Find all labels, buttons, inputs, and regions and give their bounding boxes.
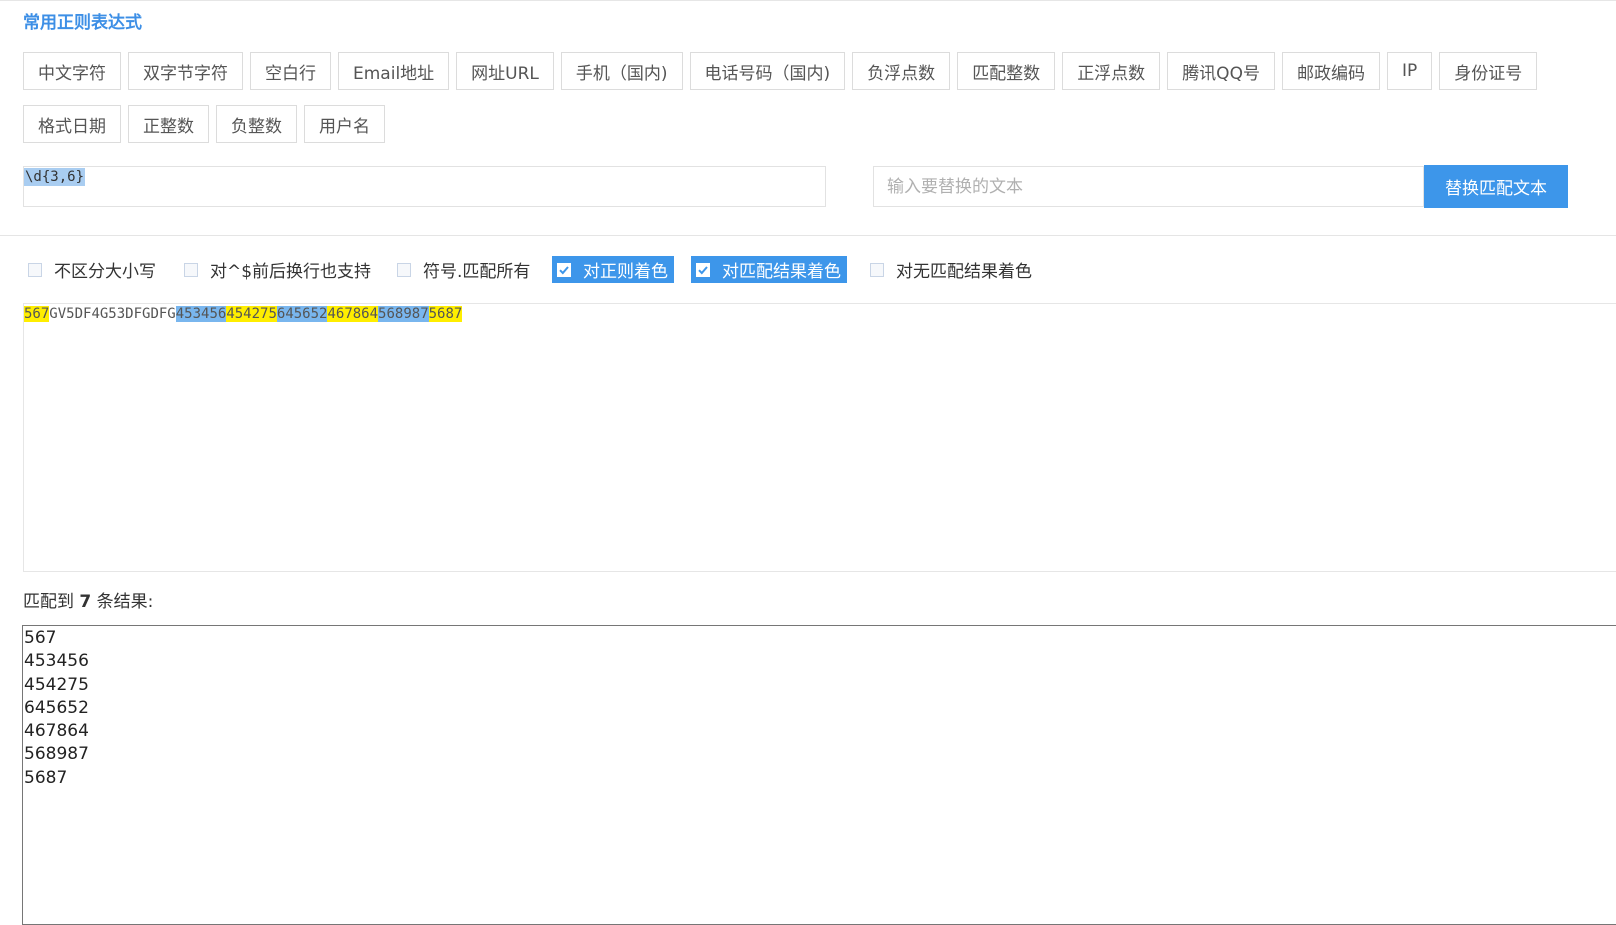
- source-text-area[interactable]: 567GV5DF4G53DFGDFG4534564542756456524678…: [23, 303, 1616, 572]
- result-item: 454275: [24, 674, 89, 695]
- option-label: 对匹配结果着色: [722, 262, 841, 282]
- match-highlight: 453456: [175, 306, 227, 322]
- option-label: 对^$前后换行也支持: [210, 262, 372, 282]
- replace-text-input[interactable]: [873, 166, 1424, 207]
- result-item: 453456: [24, 651, 89, 672]
- replace-matches-button[interactable]: 替换匹配文本: [1424, 165, 1568, 208]
- source-text: 567GV5DF4G53DFGDFG4534564542756456524678…: [24, 305, 463, 323]
- preset-chinese-chars[interactable]: 中文字符: [23, 52, 121, 90]
- results-list: 567 453456 454275 645652 467864 568987 5…: [24, 627, 89, 790]
- preset-blank-line[interactable]: 空白行: [250, 52, 331, 90]
- option-multiline[interactable]: 对^$前后换行也支持: [179, 256, 377, 283]
- preset-negative-float[interactable]: 负浮点数: [852, 52, 951, 90]
- match-highlight: 567: [24, 306, 50, 322]
- preset-row-2: 格式日期 正整数 负整数 用户名: [23, 105, 385, 143]
- match-highlight: 454275: [226, 306, 277, 322]
- preset-email[interactable]: Email地址: [338, 52, 450, 90]
- result-item: 645652: [24, 697, 89, 718]
- preset-id-card[interactable]: 身份证号: [1439, 52, 1538, 90]
- preset-row-1: 中文字符 双字节字符 空白行 Email地址 网址URL 手机（国内) 电话号码…: [23, 52, 1538, 90]
- result-item: 568987: [24, 744, 89, 765]
- option-dotall[interactable]: 符号.匹配所有: [392, 256, 536, 283]
- result-item: 467864: [24, 721, 89, 742]
- match-highlight: 467864: [327, 306, 379, 322]
- preset-username[interactable]: 用户名: [304, 105, 385, 143]
- preset-date-format[interactable]: 格式日期: [23, 105, 121, 143]
- unmatched-text: GV5DF4G53DFGDFG: [49, 306, 176, 322]
- match-summary-suffix: 条结果:: [96, 592, 154, 612]
- checkbox-checked-icon: [696, 262, 710, 277]
- option-label: 符号.匹配所有: [423, 262, 531, 282]
- preset-integer[interactable]: 匹配整数: [957, 52, 1056, 90]
- checkbox-icon: [397, 262, 411, 277]
- option-color-regex[interactable]: 对正则着色: [552, 256, 674, 283]
- checkbox-icon: [28, 262, 42, 277]
- option-label: 不区分大小写: [54, 262, 156, 282]
- option-label: 对正则着色: [583, 262, 668, 282]
- match-highlight: 568987: [378, 306, 429, 322]
- checkbox-icon: [184, 262, 198, 277]
- preset-qq[interactable]: 腾讯QQ号: [1167, 52, 1275, 90]
- regex-input[interactable]: \d{3,6}: [23, 166, 826, 207]
- option-ignore-case[interactable]: 不区分大小写: [23, 256, 162, 283]
- option-color-matches[interactable]: 对匹配结果着色: [691, 256, 847, 283]
- preset-phone[interactable]: 电话号码（国内): [689, 52, 846, 90]
- results-textarea[interactable]: 567 453456 454275 645652 467864 568987 5…: [22, 625, 1616, 925]
- option-color-nonmatches[interactable]: 对无匹配结果着色: [865, 256, 1038, 283]
- preset-url[interactable]: 网址URL: [456, 52, 554, 90]
- match-count: 7: [79, 592, 92, 612]
- result-item: 567: [24, 628, 57, 648]
- regex-text: \d{3,6}: [24, 168, 86, 186]
- preset-positive-float[interactable]: 正浮点数: [1062, 52, 1161, 90]
- checkbox-icon: [870, 262, 884, 277]
- result-item: 5687: [24, 767, 68, 788]
- preset-mobile[interactable]: 手机（国内): [560, 52, 683, 90]
- top-border: [0, 0, 1616, 1]
- checkbox-checked-icon: [557, 262, 571, 277]
- option-label: 对无匹配结果着色: [896, 262, 1032, 282]
- match-summary: 匹配到 7 条结果:: [23, 587, 153, 612]
- preset-postal-code[interactable]: 邮政编码: [1281, 52, 1380, 90]
- match-highlight: 645652: [276, 306, 328, 322]
- preset-negative-integer[interactable]: 负整数: [216, 105, 297, 143]
- section-title: 常用正则表达式: [23, 13, 142, 33]
- match-summary-prefix: 匹配到: [23, 592, 74, 612]
- preset-double-byte-chars[interactable]: 双字节字符: [128, 52, 243, 90]
- divider: [0, 235, 1616, 236]
- preset-positive-integer[interactable]: 正整数: [128, 105, 209, 143]
- match-highlight: 5687: [428, 306, 463, 322]
- preset-ip[interactable]: IP: [1386, 52, 1433, 90]
